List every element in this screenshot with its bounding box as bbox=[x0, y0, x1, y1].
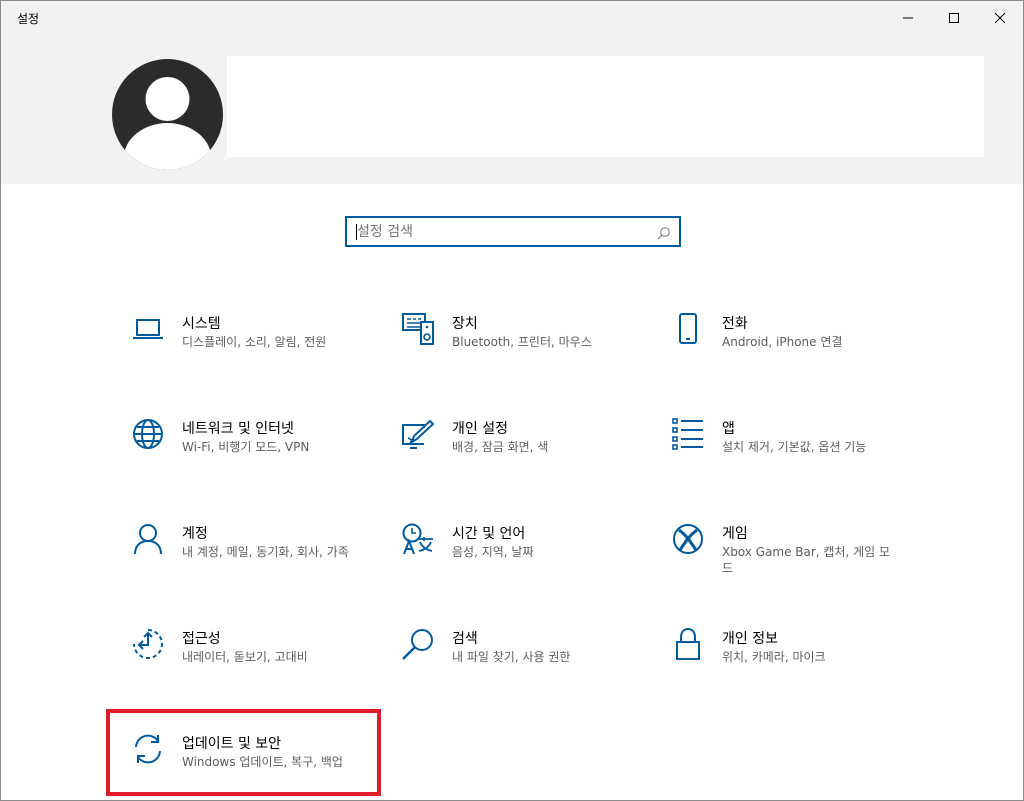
laptop-icon bbox=[132, 313, 164, 345]
tile-title: 전화 bbox=[722, 316, 748, 332]
apps-list-icon bbox=[672, 418, 704, 450]
tile-time-language[interactable]: 시간 및 언어 음성, 지역, 날짜 bbox=[402, 523, 652, 593]
personalization-icon bbox=[402, 418, 434, 450]
avatar-person-icon bbox=[123, 77, 212, 170]
tile-gaming[interactable]: 게임 Xbox Game Bar, 캡처, 게임 모드 bbox=[672, 523, 922, 593]
xbox-icon bbox=[672, 523, 704, 555]
minimize-button[interactable] bbox=[885, 1, 931, 34]
tile-personalization[interactable]: 개인 설정 배경, 잠금 화면, 색 bbox=[402, 418, 652, 488]
minimize-icon bbox=[903, 17, 913, 18]
person-icon bbox=[132, 523, 164, 555]
tile-apps[interactable]: 앱 설치 제거, 기본값, 옵션 기능 bbox=[672, 418, 922, 488]
tile-title: 개인 정보 bbox=[722, 631, 778, 647]
avatar[interactable] bbox=[112, 59, 223, 170]
highlight-box bbox=[106, 709, 381, 796]
tile-devices[interactable]: 장치 Bluetooth, 프린터, 마우스 bbox=[402, 313, 652, 383]
tile-title: 앱 bbox=[722, 421, 735, 437]
search-icon[interactable] bbox=[657, 225, 671, 244]
tile-subtitle: Bluetooth, 프린터, 마우스 bbox=[452, 335, 592, 349]
tile-title: 시스템 bbox=[182, 316, 221, 332]
tile-title: 시간 및 언어 bbox=[452, 526, 526, 542]
time-language-icon bbox=[402, 523, 434, 555]
lock-icon bbox=[672, 628, 704, 660]
maximize-icon bbox=[949, 12, 959, 23]
tile-network[interactable]: 네트워크 및 인터넷 Wi-Fi, 비행기 모드, VPN bbox=[132, 418, 382, 488]
tile-subtitle: 설치 제거, 기본값, 옵션 기능 bbox=[722, 440, 867, 454]
tile-title: 검색 bbox=[452, 631, 478, 647]
title-bar[interactable]: 설정 bbox=[1, 1, 1023, 34]
tile-phone[interactable]: 전화 Android, iPhone 연결 bbox=[672, 313, 922, 383]
tile-system[interactable]: 시스템 디스플레이, 소리, 알림, 전원 bbox=[132, 313, 382, 383]
close-icon bbox=[994, 12, 1006, 23]
tile-title: 장치 bbox=[452, 316, 478, 332]
tile-subtitle: 배경, 잠금 화면, 색 bbox=[452, 440, 549, 454]
tile-title: 접근성 bbox=[182, 631, 221, 647]
account-header bbox=[1, 34, 1023, 184]
account-info-panel bbox=[227, 56, 984, 157]
ease-of-access-icon bbox=[132, 628, 164, 660]
tile-title: 개인 설정 bbox=[452, 421, 508, 437]
search-magnifier-icon bbox=[402, 628, 434, 660]
tile-title: 게임 bbox=[722, 526, 748, 542]
settings-search-box[interactable] bbox=[345, 216, 681, 247]
devices-icon bbox=[402, 313, 434, 345]
tile-subtitle: Xbox Game Bar, 캡처, 게임 모드 bbox=[722, 545, 891, 575]
globe-icon bbox=[132, 418, 164, 450]
tile-subtitle: Wi-Fi, 비행기 모드, VPN bbox=[182, 440, 310, 454]
tile-subtitle: 디스플레이, 소리, 알림, 전원 bbox=[182, 335, 327, 349]
tile-title: 네트워크 및 인터넷 bbox=[182, 421, 294, 437]
tile-search[interactable]: 검색 내 파일 찾기, 사용 권한 bbox=[402, 628, 652, 698]
settings-window: 설정 시스템 디스플레이, 소리, 알림, 전원 bbox=[0, 0, 1024, 801]
search-input[interactable] bbox=[357, 218, 647, 245]
tile-subtitle: 내레이터, 돋보기, 고대비 bbox=[182, 650, 308, 664]
maximize-button[interactable] bbox=[931, 1, 977, 34]
window-title: 설정 bbox=[17, 12, 40, 26]
tile-subtitle: Android, iPhone 연결 bbox=[722, 335, 843, 349]
tile-title: 계정 bbox=[182, 526, 208, 542]
close-button[interactable] bbox=[977, 1, 1023, 34]
tile-subtitle: 내 계정, 메일, 동기화, 회사, 가족 bbox=[182, 545, 349, 559]
phone-icon bbox=[672, 313, 704, 345]
tile-subtitle: 위치, 카메라, 마이크 bbox=[722, 650, 826, 664]
tile-accounts[interactable]: 계정 내 계정, 메일, 동기화, 회사, 가족 bbox=[132, 523, 382, 593]
tile-privacy[interactable]: 개인 정보 위치, 카메라, 마이크 bbox=[672, 628, 922, 698]
tile-subtitle: 음성, 지역, 날짜 bbox=[452, 545, 534, 559]
tile-ease-of-access[interactable]: 접근성 내레이터, 돋보기, 고대비 bbox=[132, 628, 382, 698]
tile-subtitle: 내 파일 찾기, 사용 권한 bbox=[452, 650, 571, 664]
